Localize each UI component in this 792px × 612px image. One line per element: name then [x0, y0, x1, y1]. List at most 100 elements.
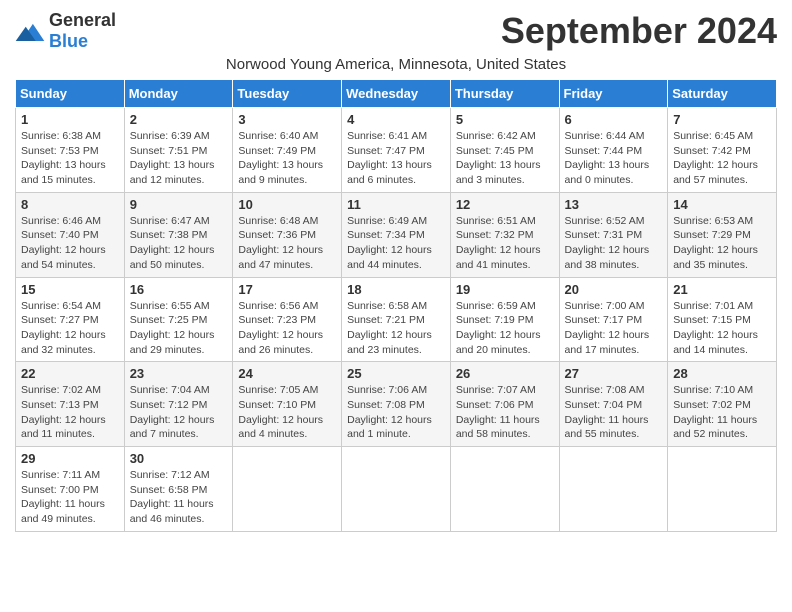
day-number: 23	[130, 366, 228, 381]
day-info: Sunrise: 6:59 AM Sunset: 7:19 PM Dayligh…	[456, 299, 554, 358]
calendar-cell: 2 Sunrise: 6:39 AM Sunset: 7:51 PM Daylig…	[124, 108, 233, 193]
day-number: 20	[565, 282, 663, 297]
calendar-cell: 29 Sunrise: 7:11 AM Sunset: 7:00 PM Dayli…	[16, 447, 125, 532]
day-info: Sunrise: 6:41 AM Sunset: 7:47 PM Dayligh…	[347, 129, 445, 188]
day-info: Sunrise: 7:06 AM Sunset: 7:08 PM Dayligh…	[347, 383, 445, 442]
calendar-cell: 21 Sunrise: 7:01 AM Sunset: 7:15 PM Dayli…	[668, 277, 777, 362]
calendar-cell: 10 Sunrise: 6:48 AM Sunset: 7:36 PM Dayli…	[233, 192, 342, 277]
day-number: 16	[130, 282, 228, 297]
calendar-cell: 6 Sunrise: 6:44 AM Sunset: 7:44 PM Daylig…	[559, 108, 668, 193]
day-number: 1	[21, 112, 119, 127]
day-number: 26	[456, 366, 554, 381]
day-number: 6	[565, 112, 663, 127]
calendar-cell: 12 Sunrise: 6:51 AM Sunset: 7:32 PM Dayli…	[450, 192, 559, 277]
day-info: Sunrise: 6:58 AM Sunset: 7:21 PM Dayligh…	[347, 299, 445, 358]
calendar-cell	[559, 447, 668, 532]
day-info: Sunrise: 6:38 AM Sunset: 7:53 PM Dayligh…	[21, 129, 119, 188]
logo-icon	[15, 21, 45, 41]
day-header-tuesday: Tuesday	[233, 80, 342, 108]
calendar-cell: 22 Sunrise: 7:02 AM Sunset: 7:13 PM Dayli…	[16, 362, 125, 447]
calendar-cell: 25 Sunrise: 7:06 AM Sunset: 7:08 PM Dayli…	[342, 362, 451, 447]
day-info: Sunrise: 6:45 AM Sunset: 7:42 PM Dayligh…	[673, 129, 771, 188]
day-info: Sunrise: 7:12 AM Sunset: 6:58 PM Dayligh…	[130, 468, 228, 527]
day-info: Sunrise: 7:00 AM Sunset: 7:17 PM Dayligh…	[565, 299, 663, 358]
day-header-wednesday: Wednesday	[342, 80, 451, 108]
calendar-cell: 9 Sunrise: 6:47 AM Sunset: 7:38 PM Daylig…	[124, 192, 233, 277]
calendar-cell	[342, 447, 451, 532]
day-info: Sunrise: 7:01 AM Sunset: 7:15 PM Dayligh…	[673, 299, 771, 358]
day-info: Sunrise: 7:08 AM Sunset: 7:04 PM Dayligh…	[565, 383, 663, 442]
day-number: 11	[347, 197, 445, 212]
day-number: 7	[673, 112, 771, 127]
day-info: Sunrise: 6:51 AM Sunset: 7:32 PM Dayligh…	[456, 214, 554, 273]
calendar-cell: 1 Sunrise: 6:38 AM Sunset: 7:53 PM Daylig…	[16, 108, 125, 193]
day-number: 25	[347, 366, 445, 381]
day-info: Sunrise: 6:46 AM Sunset: 7:40 PM Dayligh…	[21, 214, 119, 273]
day-info: Sunrise: 7:11 AM Sunset: 7:00 PM Dayligh…	[21, 468, 119, 527]
day-info: Sunrise: 6:39 AM Sunset: 7:51 PM Dayligh…	[130, 129, 228, 188]
calendar-cell	[668, 447, 777, 532]
day-number: 28	[673, 366, 771, 381]
calendar-cell: 16Sunrise: 6:55 AM Sunset: 7:25 PM Dayli…	[124, 277, 233, 362]
calendar-cell: 18 Sunrise: 6:58 AM Sunset: 7:21 PM Dayli…	[342, 277, 451, 362]
day-number: 30	[130, 451, 228, 466]
day-info: Sunrise: 6:53 AM Sunset: 7:29 PM Dayligh…	[673, 214, 771, 273]
day-info: Sunrise: 6:47 AM Sunset: 7:38 PM Dayligh…	[130, 214, 228, 273]
day-number: 17	[238, 282, 336, 297]
logo: General Blue	[15, 10, 116, 52]
calendar-cell: 7 Sunrise: 6:45 AM Sunset: 7:42 PM Daylig…	[668, 108, 777, 193]
day-info: Sunrise: 6:40 AM Sunset: 7:49 PM Dayligh…	[238, 129, 336, 188]
day-number: 21	[673, 282, 771, 297]
day-info: Sunrise: 6:56 AM Sunset: 7:23 PM Dayligh…	[238, 299, 336, 358]
calendar-cell: 24Sunrise: 7:05 AM Sunset: 7:10 PM Dayli…	[233, 362, 342, 447]
day-number: 14	[673, 197, 771, 212]
day-number: 29	[21, 451, 119, 466]
day-info: Sunrise: 6:52 AM Sunset: 7:31 PM Dayligh…	[565, 214, 663, 273]
calendar-cell	[233, 447, 342, 532]
calendar-cell: 14 Sunrise: 6:53 AM Sunset: 7:29 PM Dayli…	[668, 192, 777, 277]
calendar-cell: 20 Sunrise: 7:00 AM Sunset: 7:17 PM Dayli…	[559, 277, 668, 362]
calendar-cell: 11 Sunrise: 6:49 AM Sunset: 7:34 PM Dayli…	[342, 192, 451, 277]
logo-general: General	[49, 10, 116, 30]
calendar-cell: 4 Sunrise: 6:41 AM Sunset: 7:47 PM Daylig…	[342, 108, 451, 193]
calendar-cell	[450, 447, 559, 532]
day-header-saturday: Saturday	[668, 80, 777, 108]
month-title: September 2024	[501, 10, 777, 52]
calendar-cell: 27 Sunrise: 7:08 AM Sunset: 7:04 PM Dayli…	[559, 362, 668, 447]
day-number: 18	[347, 282, 445, 297]
day-number: 2	[130, 112, 228, 127]
day-number: 19	[456, 282, 554, 297]
day-info: Sunrise: 6:48 AM Sunset: 7:36 PM Dayligh…	[238, 214, 336, 273]
day-number: 27	[565, 366, 663, 381]
day-info: Sunrise: 6:42 AM Sunset: 7:45 PM Dayligh…	[456, 129, 554, 188]
day-info: Sunrise: 7:02 AM Sunset: 7:13 PM Dayligh…	[21, 383, 119, 442]
header: General Blue September 2024	[15, 10, 777, 52]
day-header-friday: Friday	[559, 80, 668, 108]
subtitle: Norwood Young America, Minnesota, United…	[15, 56, 777, 73]
day-number: 9	[130, 197, 228, 212]
day-header-monday: Monday	[124, 80, 233, 108]
calendar-cell: 15Sunrise: 6:54 AM Sunset: 7:27 PM Dayli…	[16, 277, 125, 362]
day-info: Sunrise: 7:04 AM Sunset: 7:12 PM Dayligh…	[130, 383, 228, 442]
calendar: SundayMondayTuesdayWednesdayThursdayFrid…	[15, 79, 777, 532]
calendar-cell: 5Sunrise: 6:42 AM Sunset: 7:45 PM Daylig…	[450, 108, 559, 193]
day-number: 10	[238, 197, 336, 212]
calendar-cell: 17 Sunrise: 6:56 AM Sunset: 7:23 PM Dayli…	[233, 277, 342, 362]
day-header-thursday: Thursday	[450, 80, 559, 108]
calendar-cell: 30 Sunrise: 7:12 AM Sunset: 6:58 PM Dayli…	[124, 447, 233, 532]
day-info: Sunrise: 6:49 AM Sunset: 7:34 PM Dayligh…	[347, 214, 445, 273]
day-number: 3	[238, 112, 336, 127]
day-number: 4	[347, 112, 445, 127]
calendar-cell: 28Sunrise: 7:10 AM Sunset: 7:02 PM Dayli…	[668, 362, 777, 447]
calendar-cell: 8 Sunrise: 6:46 AM Sunset: 7:40 PM Daylig…	[16, 192, 125, 277]
day-info: Sunrise: 6:44 AM Sunset: 7:44 PM Dayligh…	[565, 129, 663, 188]
day-number: 22	[21, 366, 119, 381]
day-info: Sunrise: 7:05 AM Sunset: 7:10 PM Dayligh…	[238, 383, 336, 442]
calendar-cell: 23 Sunrise: 7:04 AM Sunset: 7:12 PM Dayli…	[124, 362, 233, 447]
logo-blue: Blue	[49, 31, 88, 51]
day-number: 13	[565, 197, 663, 212]
day-header-sunday: Sunday	[16, 80, 125, 108]
day-number: 8	[21, 197, 119, 212]
day-number: 12	[456, 197, 554, 212]
calendar-cell: 13 Sunrise: 6:52 AM Sunset: 7:31 PM Dayli…	[559, 192, 668, 277]
